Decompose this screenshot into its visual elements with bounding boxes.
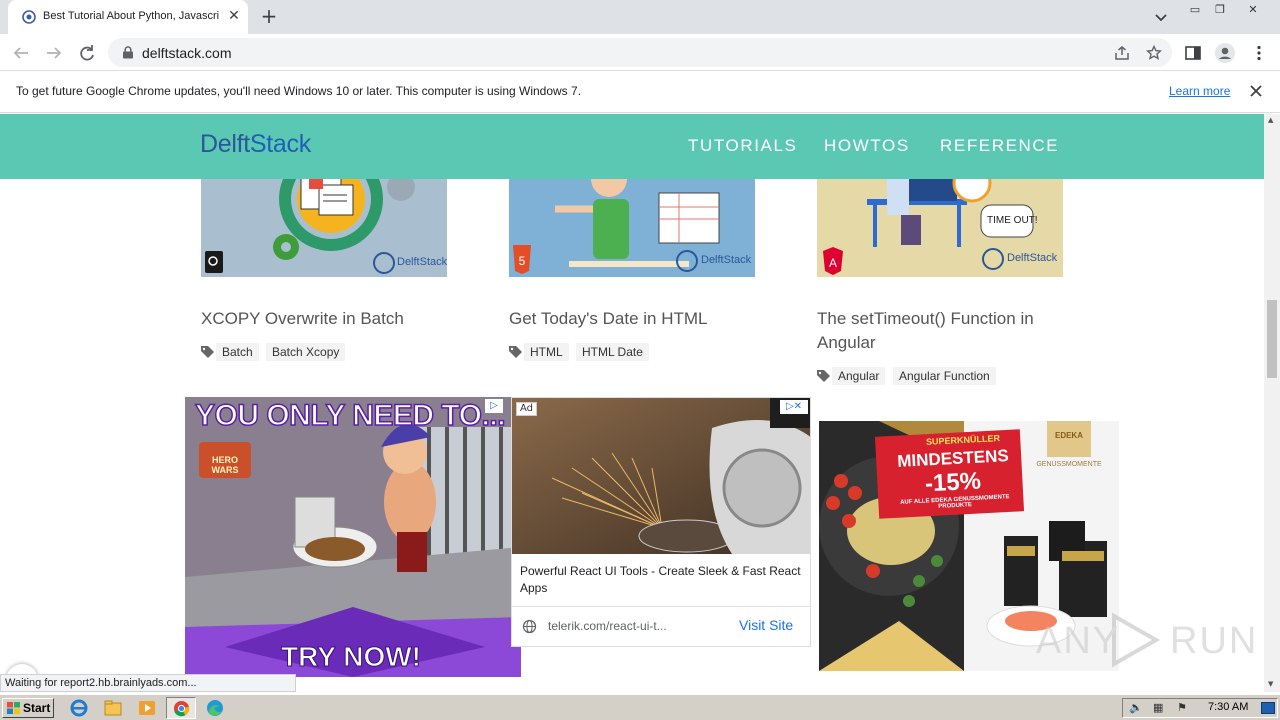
edeka-sub: GENUSSMOMENTE <box>1036 461 1102 468</box>
back-icon[interactable] <box>10 42 32 64</box>
tag-link[interactable]: Angular <box>832 367 886 385</box>
adchoices-icon[interactable]: ▷ <box>485 399 503 413</box>
start-label: Start <box>23 701 51 715</box>
screen: Best Tutorial About Python, Javascript ✕… <box>0 0 1280 720</box>
windows-flag-icon <box>7 702 20 714</box>
globe-icon <box>522 619 537 634</box>
hero-wars-logo: HERO WARS <box>211 455 239 475</box>
tab-search-chevron-icon[interactable] <box>1152 8 1170 26</box>
post-title[interactable]: XCOPY Overwrite in Batch <box>201 307 451 331</box>
svg-text:A: A <box>829 256 837 270</box>
angle-grinder-photo <box>512 398 810 554</box>
post-thumbnail-xcopy[interactable]: DelftStack <box>201 179 447 277</box>
post-thumbnail-settimeout[interactable]: A TIME OUT! DelftStack <box>817 179 1063 277</box>
scrollbar-thumb[interactable] <box>1267 300 1277 378</box>
adchoices-close-icon[interactable]: ▷✕ <box>780 400 808 414</box>
delftstack-badge: DelftStack <box>701 254 752 266</box>
scroll-down-icon[interactable]: ▼ <box>1268 680 1273 688</box>
page-scrollbar[interactable]: ▲ ▼ <box>1264 114 1280 692</box>
new-tab-icon[interactable]: + <box>258 6 280 28</box>
hero-wars-illustration <box>185 397 521 677</box>
ad-domain: telerik.com/react-ui-t... <box>548 619 667 633</box>
nav-howtos[interactable]: HOWTOS <box>824 136 910 156</box>
ad-cta[interactable]: TRY NOW! <box>281 641 422 673</box>
speaker-icon[interactable]: 🔈 <box>1129 701 1143 714</box>
reload-icon[interactable] <box>76 42 98 64</box>
nav-reference[interactable]: REFERENCE <box>940 136 1059 156</box>
bookmark-star-icon[interactable] <box>1146 45 1162 61</box>
logo-part-1: Delft <box>200 130 250 158</box>
hero-wars-ad[interactable]: YOU ONLY NEED TO... HERO WARS TRY NOW! ▷ <box>185 397 521 677</box>
edge-icon[interactable] <box>204 698 226 718</box>
watermark-text: ANY RUN <box>1036 620 1259 662</box>
update-info-bar: To get future Google Chrome updates, you… <box>0 71 1280 113</box>
side-panel-icon[interactable] <box>1184 44 1202 62</box>
nav-tutorials[interactable]: TUTORIALS <box>688 136 798 156</box>
status-bubble: Waiting for report2.hb.brainlyads.com... <box>0 674 296 692</box>
delftstack-favicon-icon <box>22 10 36 24</box>
info-bar-close-icon[interactable] <box>1248 83 1264 99</box>
internet-explorer-icon[interactable] <box>68 698 90 718</box>
browser-toolbar: delftstack.com <box>0 34 1280 71</box>
tag-link[interactable]: Batch Xcopy <box>266 343 346 361</box>
telerik-ad[interactable]: Ad ▷✕ Powerful React UI Tools - Create S… <box>511 397 811 647</box>
delftstack-badge: DelftStack <box>1007 252 1058 264</box>
ad-headline[interactable]: Powerful React UI Tools - Create Sleek &… <box>520 563 804 597</box>
address-bar[interactable]: delftstack.com <box>108 38 1172 67</box>
system-tray: 🔈 ▦ ⚑ <box>1122 698 1278 718</box>
restore-icon[interactable]: ❐ <box>1210 2 1230 18</box>
file-explorer-icon[interactable] <box>102 698 124 718</box>
lock-icon[interactable] <box>122 46 134 59</box>
close-window-icon[interactable]: ✕ <box>1243 2 1263 18</box>
visit-site-button[interactable]: Visit Site <box>739 617 793 633</box>
svg-text:5: 5 <box>519 254 526 268</box>
minimize-icon[interactable]: ▭ <box>1185 2 1205 18</box>
post-thumbnail-date[interactable]: 5 DelftStack <box>509 179 755 277</box>
start-button[interactable]: Start <box>2 698 54 718</box>
ad-headline: YOU ONLY NEED TO... <box>194 398 506 433</box>
post-title[interactable]: The setTimeout() Function in Angular <box>817 307 1067 355</box>
thumb-timeout-text: TIME OUT! <box>987 215 1038 226</box>
forward-icon[interactable] <box>43 42 65 64</box>
media-player-icon[interactable] <box>136 698 158 718</box>
tag-link[interactable]: Batch <box>216 343 259 361</box>
edeka-logo: EDEKA <box>1054 431 1083 440</box>
info-bar-message: To get future Google Chrome updates, you… <box>16 84 582 98</box>
taskbar-clock: 7:30 AM <box>1208 701 1249 713</box>
menu-kebab-icon[interactable] <box>1250 44 1268 62</box>
tab-strip: Best Tutorial About Python, Javascript ✕… <box>0 0 1280 34</box>
delftstack-badge: DelftStack <box>397 256 447 268</box>
tag-link[interactable]: Angular Function <box>893 367 996 385</box>
ad-label: Ad <box>516 402 538 416</box>
tag-icon <box>509 346 522 358</box>
scroll-up-icon[interactable]: ▲ <box>1268 116 1273 124</box>
tag-icon <box>817 370 830 382</box>
page-viewport: DelftStack TUTORIALS HOWTOS REFERENCE De… <box>0 114 1264 692</box>
anyrun-watermark: ANY RUN <box>1036 612 1259 668</box>
profile-avatar-icon[interactable] <box>1215 43 1235 63</box>
network-icon[interactable]: ▦ <box>1153 701 1163 714</box>
site-header: DelftStack TUTORIALS HOWTOS REFERENCE <box>0 114 1264 179</box>
chrome-icon <box>173 700 190 717</box>
learn-more-link[interactable]: Learn more <box>1169 84 1230 98</box>
tag-link[interactable]: HTML <box>524 343 569 361</box>
logo-part-2: Stack <box>249 130 311 158</box>
show-desktop-icon[interactable] <box>1261 702 1275 714</box>
windows-taskbar: Start 🔈 ▦ ⚑ 7:30 AM <box>0 694 1280 720</box>
site-logo[interactable]: DelftStack <box>200 130 311 159</box>
url-text: delftstack.com <box>142 45 232 61</box>
tag-icon <box>201 346 214 358</box>
divider <box>512 606 810 607</box>
tab-title: Best Tutorial About Python, Javascript <box>43 10 219 22</box>
tag-link[interactable]: HTML Date <box>576 343 649 361</box>
browser-tab[interactable]: Best Tutorial About Python, Javascript ✕ <box>8 0 248 34</box>
chrome-taskbar-button[interactable] <box>166 697 196 719</box>
post-title[interactable]: Get Today's Date in HTML <box>509 307 759 331</box>
flag-icon[interactable]: ⚑ <box>1177 701 1187 714</box>
tab-close-icon[interactable]: ✕ <box>226 8 242 24</box>
share-icon[interactable] <box>1114 45 1130 61</box>
